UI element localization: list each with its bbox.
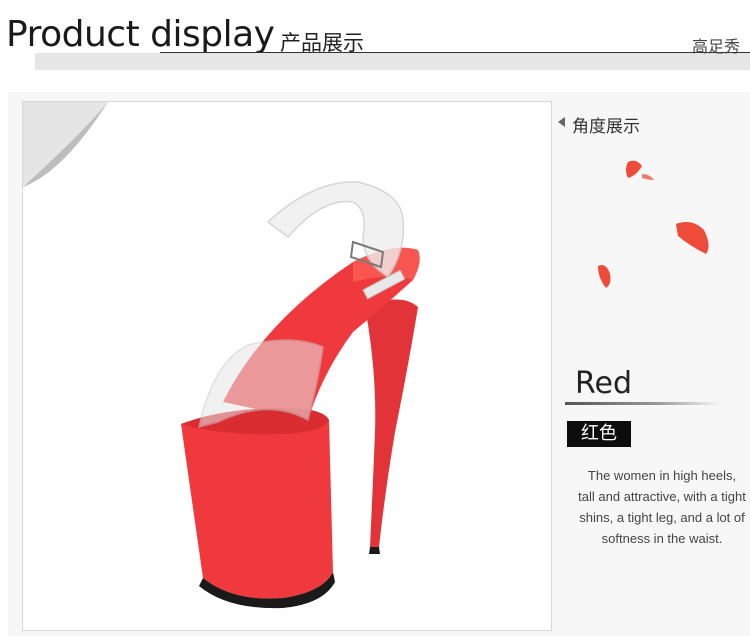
color-divider [565,402,720,405]
page-title: Product display [6,14,275,55]
rose-petals-decoration [598,160,709,288]
caret-left-icon [558,117,565,127]
brand-name: 高足秀 [691,37,740,56]
color-name-chinese: 红色 [567,421,631,447]
product-description: The women in high heels, tall and attrac… [578,468,746,546]
color-name: Red [575,366,632,401]
header-bar [35,53,750,70]
product-photo [22,101,552,631]
angle-display-label: 角度展示 [572,117,640,137]
red-platform-sandal-image [23,102,420,609]
